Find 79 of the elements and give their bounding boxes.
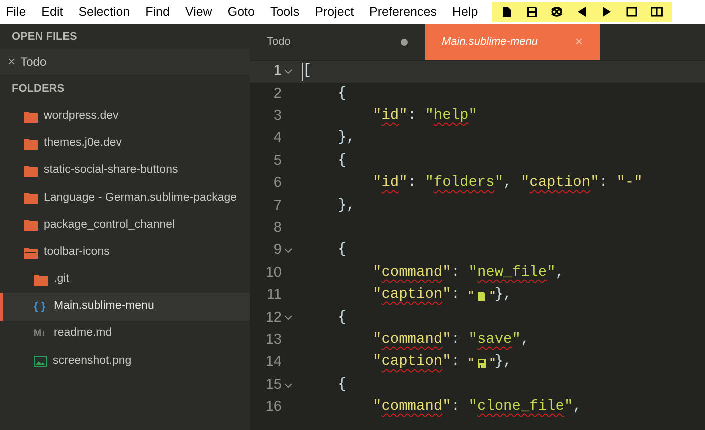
line-number: 6 (274, 174, 282, 194)
menu-item[interactable]: Help (452, 2, 478, 22)
line-number: 8 (274, 219, 282, 238)
menu-item[interactable]: Tools (270, 2, 300, 22)
tree-item[interactable]: toolbar-icons (0, 238, 250, 266)
text-cursor (302, 63, 303, 82)
tree-item[interactable]: themes.j0e.dev (0, 130, 250, 158)
item-label: Main.sublime-menu (54, 299, 154, 314)
line-number: 1 (274, 62, 282, 82)
menu-item[interactable]: File (6, 2, 26, 22)
menu-item[interactable]: Edit (42, 2, 64, 22)
line-number: 9 (274, 241, 282, 260)
menu-item[interactable]: Preferences (370, 2, 437, 22)
line-number: 5 (274, 152, 282, 171)
code-line: "caption": }, (373, 353, 512, 372)
save-icon[interactable] (526, 6, 538, 18)
item-label: readme.md (54, 326, 112, 342)
section-header: FOLDERS (12, 82, 65, 97)
tree-item[interactable]: screenshot.png (0, 348, 250, 375)
line-number: 2 (274, 84, 282, 104)
code-line: "id": "help" (373, 107, 478, 126)
file-icon[interactable] (501, 6, 514, 18)
menu-item[interactable]: Find (146, 2, 170, 22)
item-label: themes.j0e.dev (44, 136, 122, 152)
line-number: 12 (266, 308, 282, 328)
code-line: }, (338, 129, 356, 148)
code-line: [ (303, 62, 312, 82)
close-button[interactable]: × (8, 52, 16, 72)
left-triangle-icon[interactable] (576, 6, 588, 18)
tree-item[interactable]: Language - German.sublime-package (0, 184, 250, 212)
line-number: 16 (266, 398, 282, 418)
code-line: "caption": }, (373, 286, 512, 306)
tree-item[interactable]: package_control_channel (0, 212, 250, 239)
code-line: "id": "folders", "caption": "-" (373, 174, 643, 194)
code-line: "command": "save", (373, 331, 530, 350)
line-number: 11 (266, 286, 282, 306)
tree-item[interactable]: M↓ readme.md (0, 320, 250, 348)
line-number: 10 (266, 264, 282, 283)
right-triangle-icon[interactable] (601, 6, 614, 18)
item-label: .git (54, 272, 70, 288)
copy-icon[interactable] (551, 6, 564, 18)
line-number: 14 (266, 353, 282, 372)
line-number: 4 (274, 129, 282, 148)
code-line: }, (338, 196, 356, 216)
line-number: 13 (266, 331, 282, 350)
image-icon (34, 356, 47, 367)
tree-item[interactable]: static-social-share-buttons (0, 157, 250, 185)
braces-icon: { } (34, 298, 48, 316)
quoted-save-icon (468, 357, 495, 370)
menu-item[interactable]: Selection (78, 2, 130, 22)
section-header: OPEN FILES (12, 30, 78, 46)
quoted-file-icon (468, 290, 495, 302)
code-line: "command": "new_file", (373, 264, 564, 283)
item-label: wordpress.dev (44, 108, 119, 124)
markdown-icon: M↓ (34, 327, 48, 341)
tree-item[interactable]: wordpress.dev (0, 103, 250, 130)
menu-item[interactable]: Goto (228, 2, 255, 22)
line-number: 15 (266, 376, 282, 395)
code-line: { (338, 308, 347, 328)
tree-item[interactable]: .git (0, 266, 250, 294)
code-line: { (338, 376, 347, 395)
item-label: static-social-share-buttons (44, 163, 178, 178)
code-line: { (338, 241, 347, 260)
code-line: { (338, 84, 347, 104)
item-label: Language - German.sublime-package (44, 190, 238, 206)
tab[interactable]: Todo (250, 24, 425, 60)
item-label: toolbar-icons (44, 244, 110, 260)
line-number: 3 (274, 107, 282, 126)
code-line: "command": "clone_file", (373, 398, 582, 418)
square-icon[interactable] (626, 6, 638, 18)
open-file-item[interactable]: Todo (20, 53, 47, 71)
item-label: screenshot.png (53, 354, 132, 369)
line-number: 7 (274, 196, 282, 216)
tree-item[interactable]: { } Main.sublime-menu (0, 293, 250, 320)
item-label: package_control_channel (44, 218, 176, 233)
menu-item[interactable]: View (185, 2, 212, 22)
menu-item[interactable]: Project (315, 2, 354, 22)
code-line: { (338, 152, 347, 171)
columns-icon[interactable] (651, 6, 664, 18)
